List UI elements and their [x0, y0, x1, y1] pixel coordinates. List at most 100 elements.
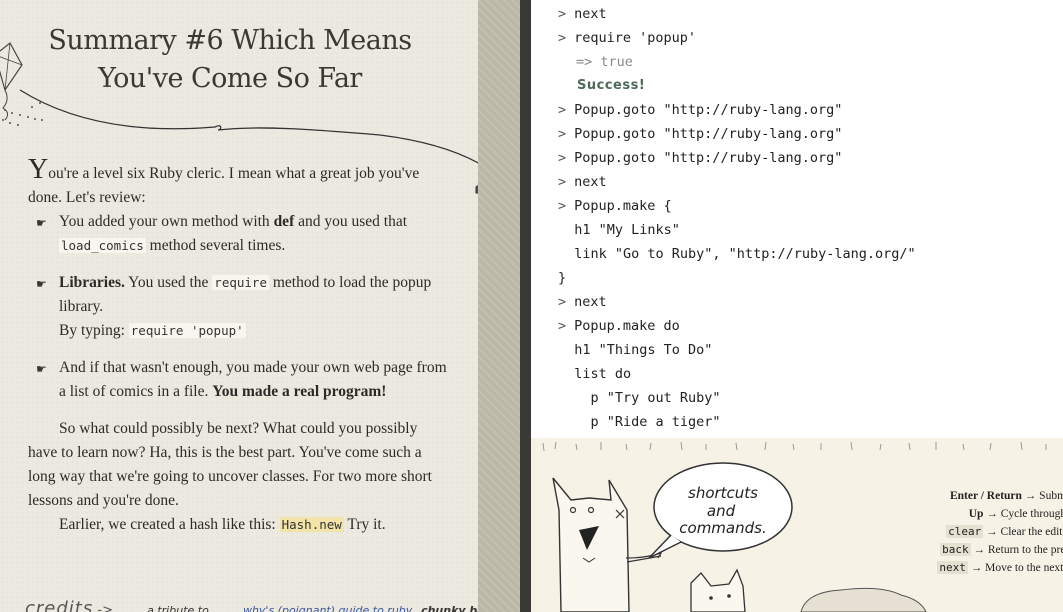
console-line: > Popup.goto "http://ruby-lang.org" [558, 146, 842, 170]
ruby-console[interactable]: > next > require 'popup' => true Success! > Pop… [531, 0, 1063, 438]
console-input-text: next [574, 174, 607, 190]
console-input-text: next [574, 6, 607, 22]
credits-tribute: a tribute to [147, 604, 209, 612]
console-line: > next [558, 290, 607, 314]
shortcut-desc: Clear the editor window [1000, 526, 1063, 538]
prompt-symbol: > [558, 150, 567, 166]
shortcut-up: Up → Cycle through submitted code [879, 505, 1063, 523]
item-bold: def [273, 213, 295, 230]
prompt-symbol: > [558, 318, 567, 334]
item-text: You added your own method with [59, 213, 274, 230]
console-input-text: require 'popup' [574, 30, 697, 46]
para-text: Try it. [343, 516, 386, 533]
console-line: > next [558, 170, 607, 194]
console-continuation: p "Ride a tiger" [558, 414, 721, 430]
prompt-symbol: > [558, 198, 567, 214]
console-line: > Popup.make do [558, 314, 680, 338]
arrow: → [970, 544, 988, 556]
item-text: You used the [124, 274, 213, 291]
console-continuation: list do [558, 366, 632, 382]
credits-bacon: chunky bacon [421, 604, 478, 612]
lesson-title-line2: You've Come So Far [98, 63, 362, 94]
item-bold: You made a real program! [212, 383, 387, 400]
hand-pointer-icon: ☛ [36, 216, 47, 230]
console-continuation: } [558, 270, 567, 286]
console-continuation: link "Go to Ruby", "http://ruby-lang.org… [558, 246, 916, 262]
hash-new-code[interactable]: Hash.new [279, 517, 344, 532]
prompt-symbol: > [558, 126, 567, 142]
console-line: > next [558, 2, 607, 26]
shortcut-key: Enter / Return [949, 490, 1022, 502]
shortcut-desc: Move to the next lesson [985, 562, 1063, 574]
list-item: ☛ Libraries. You used the require method… [28, 271, 448, 343]
dropcap: Y [28, 154, 49, 185]
lesson-panel: Summary #6 Which Means You've Come So Fa… [0, 0, 478, 612]
bubble-text-3: commands. [679, 519, 766, 537]
review-list: ☛ You added your own method with def and… [28, 210, 448, 404]
bubble-text-2: and [707, 502, 736, 520]
prompt-symbol: > [558, 294, 567, 310]
prompt-symbol: > [558, 6, 567, 22]
console-line: > require 'popup' [558, 26, 696, 50]
shortcut-desc: Submit code [1039, 490, 1063, 502]
credits-arrow: -> [97, 603, 113, 612]
help-panel: shortcuts and commands. Enter / Return →… [531, 438, 1063, 612]
console-continuation: p "Try out Ruby" [558, 390, 721, 406]
console-line: > Popup.goto "http://ruby-lang.org" [558, 98, 842, 122]
credits-link[interactable]: why's (poignant) guide to ruby, [243, 604, 415, 612]
console-input-text: Popup.goto "http://ruby-lang.org" [574, 150, 843, 166]
intro-text: ou're a level six Ruby cleric. I mean wh… [28, 165, 420, 206]
list-item: ☛ And if that wasn't enough, you made yo… [28, 356, 448, 404]
shortcuts-list: Enter / Return → Submit code Up → Cycle … [879, 487, 1063, 577]
intro-paragraph: You're a level six Ruby cleric. I mean w… [28, 156, 448, 210]
panel-divider[interactable] [478, 0, 520, 612]
shortcut-next: next → Move to the next lesson [879, 559, 1063, 577]
console-input-text: Popup.make do [574, 318, 680, 334]
console-continuation: h1 "My Links" [558, 222, 680, 238]
shortcut-desc: Cycle through submitted code [1000, 508, 1063, 520]
lesson-body: You're a level six Ruby cleric. I mean w… [28, 156, 448, 537]
arrow: → [1021, 490, 1040, 502]
paragraph: Earlier, we created a hash like this: Ha… [28, 513, 448, 537]
console-input-text: Popup.goto "http://ruby-lang.org" [574, 102, 843, 118]
prompt-symbol: > [558, 174, 567, 190]
hand-pointer-icon: ☛ [36, 362, 47, 376]
arrow: → [983, 508, 1001, 520]
console-line: > Popup.goto "http://ruby-lang.org" [558, 122, 842, 146]
inline-code: require [212, 275, 269, 290]
para-text: Earlier, we created a hash like this: [59, 516, 280, 533]
console-input-text: next [574, 294, 607, 310]
fox-character-icon [552, 477, 630, 612]
prompt-symbol: > [558, 102, 567, 118]
arrow: → [983, 526, 1001, 538]
console-success: Success! [577, 78, 646, 93]
inline-code: load_comics [59, 238, 146, 253]
shortcut-code: back [940, 543, 971, 556]
console-input-text: Popup.goto "http://ruby-lang.org" [574, 126, 843, 142]
lesson-title: Summary #6 Which Means You've Come So Fa… [30, 22, 430, 98]
shortcut-key: Up [968, 508, 984, 520]
shortcut-code: next [937, 561, 968, 574]
paragraph: So what could possibly be next? What cou… [28, 420, 432, 509]
shortcut-clear: clear → Clear the editor window [879, 523, 1063, 541]
console-continuation: h1 "Things To Do" [558, 342, 713, 358]
item-bold: Libraries. [59, 274, 125, 291]
item-text: method several times. [145, 237, 286, 254]
shortcut-desc: Return to the previous lesson [987, 544, 1063, 556]
shortcut-enter: Enter / Return → Submit code [879, 487, 1063, 505]
credits-label: credits [25, 598, 94, 612]
console-input-text: Popup.make { [574, 198, 672, 214]
console-return: => true [576, 54, 633, 70]
shortcut-code: clear [946, 525, 984, 538]
bubble-text-1: shortcuts [688, 484, 758, 502]
lesson-title-line1: Summary #6 Which Means [48, 25, 412, 56]
inline-code: require 'popup' [128, 323, 246, 338]
panel-divider-edge [520, 0, 531, 612]
item-text: By typing: [59, 322, 129, 339]
arrow: → [967, 562, 986, 574]
shortcut-back: back → Return to the previous lesson [879, 541, 1063, 559]
hand-pointer-icon: ☛ [36, 277, 47, 291]
prompt-symbol: > [558, 30, 567, 46]
credits-bar: credits -> a tribute to why's (poignant)… [25, 598, 478, 612]
item-text: and you used that [294, 213, 408, 230]
